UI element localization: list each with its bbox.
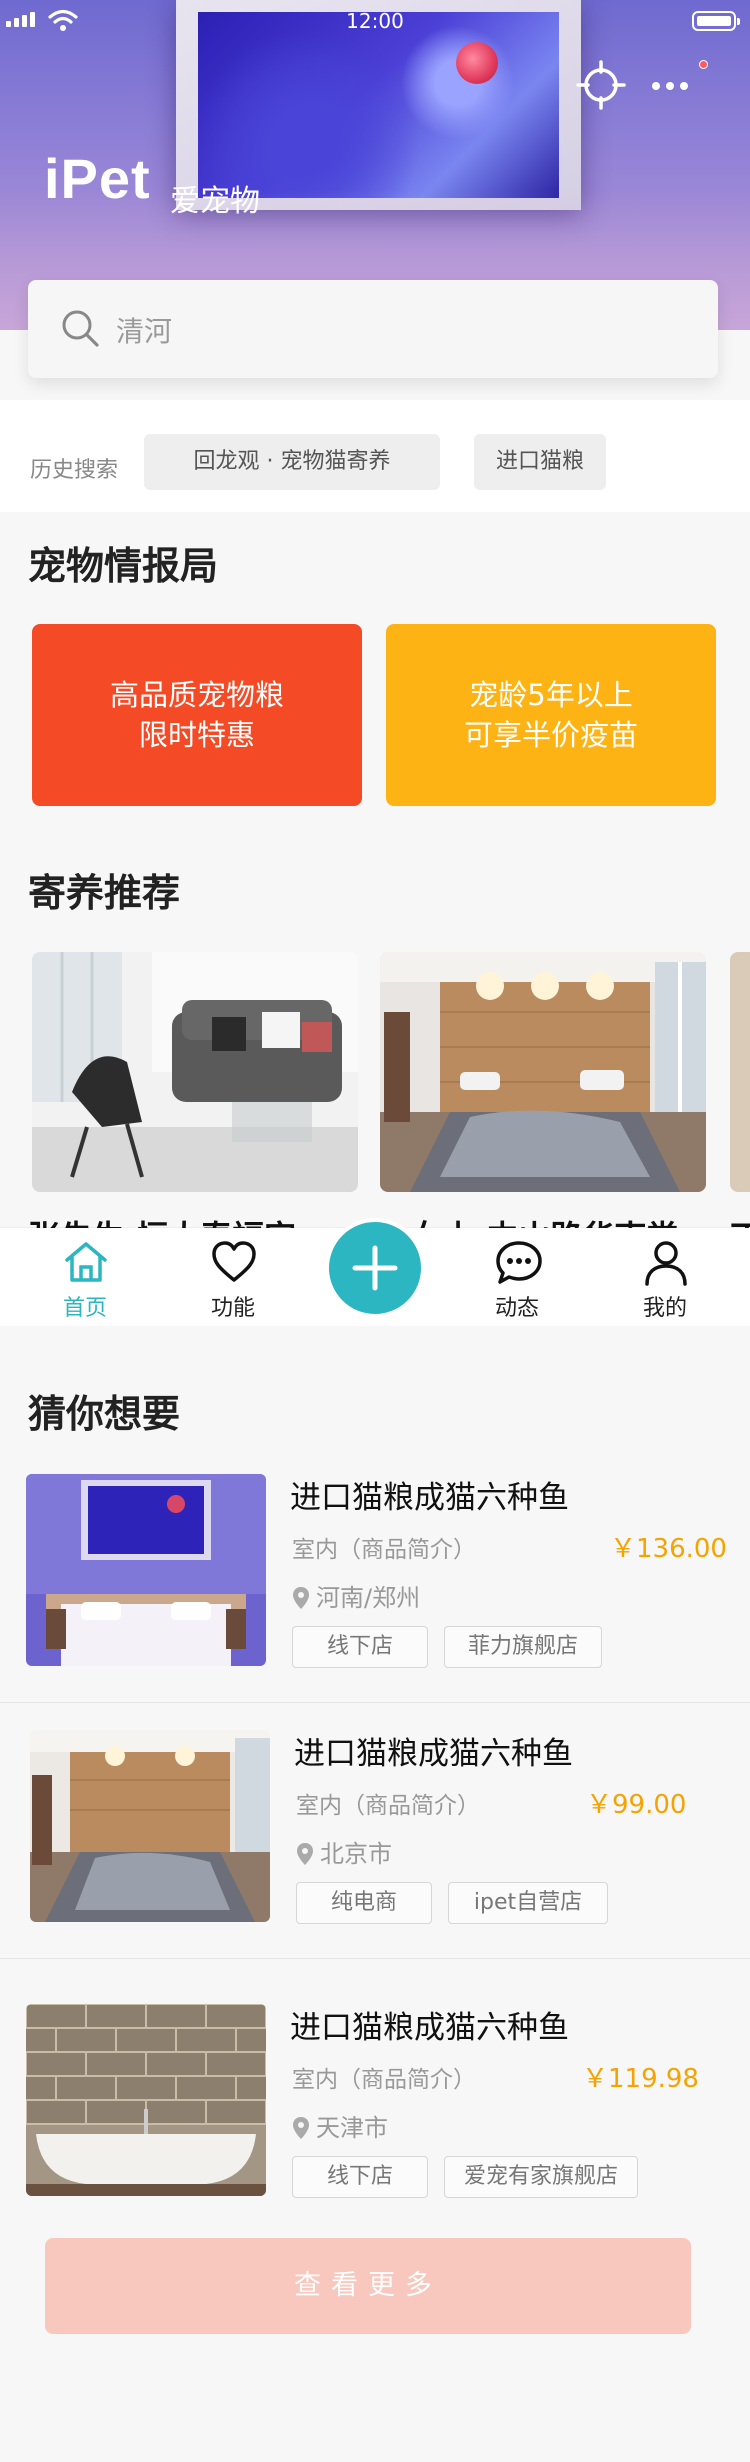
tab-features[interactable]: 功能 — [178, 1228, 288, 1326]
product-title: 进口猫粮成猫六种鱼 — [294, 1736, 573, 1772]
location-text: 河南/郑州 — [316, 1584, 421, 1612]
promo-card-food[interactable]: 高品质宠物粮 限时特惠 — [32, 624, 362, 806]
plus-icon — [352, 1245, 398, 1291]
product-tag: ipet自营店 — [448, 1882, 608, 1924]
notification-dot — [699, 60, 708, 69]
home-icon — [65, 1242, 107, 1282]
promo-card-vaccine[interactable]: 宠龄5年以上 可享半价疫苗 — [386, 624, 716, 806]
location-pin-icon — [293, 2117, 309, 2139]
app-subtitle: 爱宠物 — [170, 184, 260, 219]
search-icon — [62, 310, 99, 347]
search-input[interactable]: 清河 — [28, 280, 718, 378]
product-location: 天津市 — [292, 2108, 388, 2143]
chat-icon — [496, 1241, 542, 1284]
product-image — [26, 1474, 266, 1666]
tab-home[interactable]: 首页 — [30, 1228, 140, 1326]
tab-label: 动态 — [494, 1296, 539, 1321]
foster-card-image[interactable] — [32, 952, 358, 1192]
tab-label: 首页 — [62, 1296, 107, 1321]
user-icon — [645, 1241, 687, 1286]
product-desc: 室内（商品简介） — [296, 1793, 480, 1819]
product-price: ￥136.00 — [610, 1534, 727, 1564]
product-desc: 室内（商品简介） — [292, 2067, 476, 2093]
add-button[interactable] — [325, 1218, 425, 1318]
tab-label: 我的 — [642, 1296, 687, 1321]
battery-icon — [692, 11, 740, 31]
tab-mine[interactable]: 我的 — [610, 1228, 720, 1326]
more-menu-button[interactable] — [650, 60, 710, 106]
product-image — [26, 2004, 266, 2196]
product-tag: 线下店 — [292, 1626, 428, 1668]
heart-icon — [212, 1241, 256, 1282]
location-pin-icon — [293, 1587, 309, 1609]
product-item[interactable]: 进口猫粮成猫六种鱼 室内（商品简介） ￥119.98 天津市 线下店 爱宠有家旗… — [0, 1978, 750, 2228]
crosshair-icon — [576, 60, 626, 110]
status-bar: 12:00 — [0, 0, 750, 40]
product-tag: 线下店 — [292, 2156, 428, 2198]
brand: iPet 爱宠物 — [44, 146, 260, 219]
section-title-intel: 宠物情报局 — [28, 544, 219, 588]
history-label: 历史搜索 — [30, 458, 119, 483]
product-title: 进口猫粮成猫六种鱼 — [290, 1480, 569, 1516]
product-price: ￥99.00 — [586, 1790, 687, 1820]
history-chip[interactable]: 进口猫粮 — [474, 434, 606, 490]
section-title-guess: 猜你想要 — [28, 1392, 181, 1436]
promo-line: 高品质宠物粮 — [109, 678, 284, 712]
more-dots-icon — [652, 82, 688, 90]
tab-label: 功能 — [210, 1296, 255, 1321]
product-tag: 纯电商 — [296, 1882, 432, 1924]
location-text: 北京市 — [320, 1840, 392, 1868]
product-item[interactable]: 进口猫粮成猫六种鱼 室内（商品简介） ￥136.00 河南/郑州 线下店 菲力旗… — [0, 1448, 750, 1703]
product-location: 河南/郑州 — [292, 1578, 420, 1613]
history-chip[interactable]: 回龙观 · 宠物猫寄养 — [144, 434, 440, 490]
product-item[interactable]: 进口猫粮成猫六种鱼 室内（商品简介） ￥99.00 北京市 纯电商 ipet自营… — [0, 1704, 750, 1959]
search-placeholder: 清河 — [116, 315, 173, 348]
product-tag: 爱宠有家旗舰店 — [444, 2156, 638, 2198]
product-location: 北京市 — [296, 1834, 392, 1869]
status-time: 12:00 — [346, 9, 404, 33]
promo-line: 限时特惠 — [138, 718, 255, 752]
foster-card-image-partial[interactable] — [730, 952, 750, 1192]
search-history: 历史搜索 回龙观 · 宠物猫寄养 进口猫粮 — [0, 400, 750, 512]
product-tag: 菲力旗舰店 — [444, 1626, 602, 1668]
foster-card-image[interactable] — [380, 952, 706, 1192]
product-desc: 室内（商品简介） — [292, 1537, 476, 1563]
promo-line: 宠龄5年以上 — [469, 678, 633, 712]
load-more-button[interactable]: 查看更多 — [45, 2238, 691, 2334]
tab-feed[interactable]: 动态 — [462, 1228, 572, 1326]
living-room-image — [32, 952, 358, 1192]
locate-button[interactable] — [576, 60, 626, 110]
product-title: 进口猫粮成猫六种鱼 — [290, 2010, 569, 2046]
bedroom-image — [380, 952, 706, 1192]
section-title-foster: 寄养推荐 — [28, 871, 181, 915]
app-name: iPet — [44, 147, 151, 210]
product-image — [30, 1730, 270, 1922]
product-price: ￥119.98 — [582, 2064, 699, 2094]
promo-line: 可享半价疫苗 — [463, 718, 638, 752]
location-text: 天津市 — [316, 2114, 388, 2142]
location-pin-icon — [297, 1843, 313, 1865]
